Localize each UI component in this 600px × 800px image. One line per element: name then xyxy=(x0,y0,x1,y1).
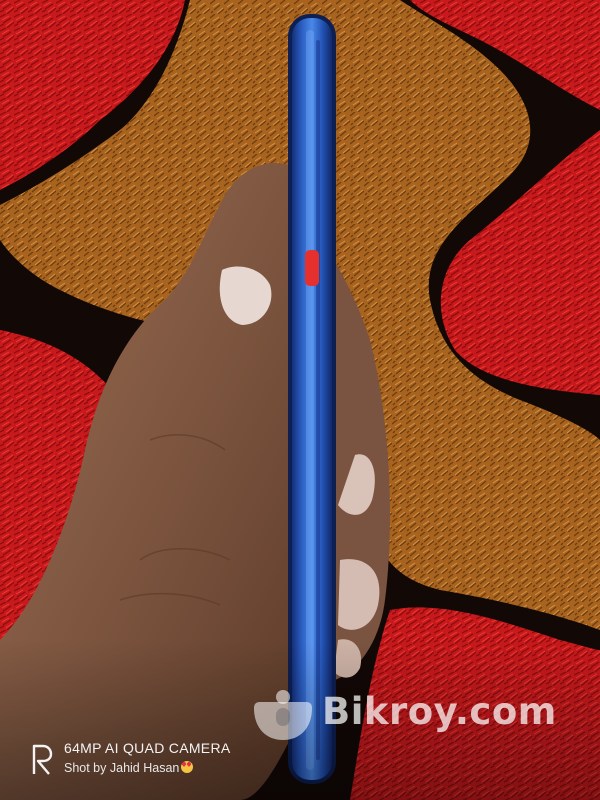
realme-logo-icon xyxy=(32,744,53,775)
bikroy-watermark: Bikroy.com xyxy=(322,690,557,733)
heart-eyes-emoji-icon xyxy=(181,761,194,773)
photographer-credit-text: Shot by Jahid Hasan xyxy=(64,761,180,775)
photo-scene xyxy=(0,0,600,800)
bikroy-logo-icon xyxy=(254,690,312,740)
photographer-credit: Shot by Jahid Hasan xyxy=(64,761,194,775)
power-button xyxy=(305,250,319,286)
camera-model-label: 64MP AI QUAD CAMERA xyxy=(64,740,231,756)
